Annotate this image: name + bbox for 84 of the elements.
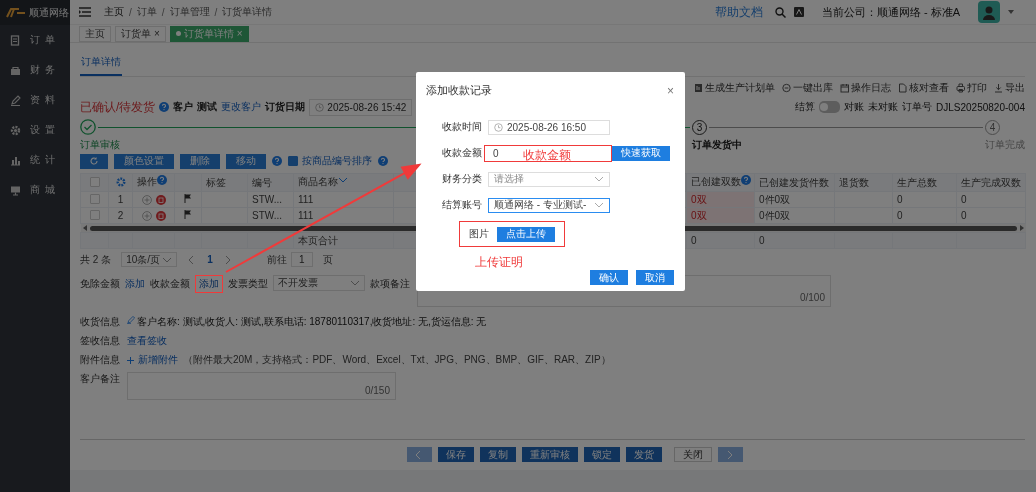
toolbar-label: 导出 (1005, 81, 1025, 95)
column-header: 已创建发货件数 (759, 176, 829, 188)
field-label: 客户备注 (80, 372, 121, 386)
field-label: 订单号 (902, 100, 933, 114)
goto-label: 前往 (266, 252, 287, 267)
logo-text: 顺通网络 (29, 5, 69, 20)
character-counter: 0/150 (364, 385, 390, 396)
reconcile-status: 未对账 (868, 100, 899, 114)
field-label: 结算 (795, 100, 816, 114)
annotation-text: 上传证明 (475, 253, 523, 271)
table-cell: 2 (108, 207, 133, 224)
toolbar-label: 核对查看 (909, 81, 949, 95)
select-value: 不开发票 (278, 276, 318, 290)
toolbar-label: 操作日志 (851, 81, 891, 95)
field-label: 财务分类 (441, 172, 483, 186)
table-cell: 0 (754, 232, 835, 249)
table-cell: STW... (247, 191, 294, 208)
order-status: 已确认/待发货 (80, 98, 156, 116)
select-value: 10条/页 (126, 252, 161, 267)
company-name: 当前公司：顺通网络 - 标准A (821, 4, 960, 20)
sidebar-label: 财务 (30, 63, 60, 77)
tab-label: 主页 (85, 26, 105, 41)
sidebar-label: 资料 (30, 93, 60, 107)
page-unit: 页 (322, 252, 333, 267)
column-header: 生产完成双数 (961, 176, 1021, 188)
field-label: 图片 (469, 227, 489, 241)
table-cell: 0 (892, 207, 957, 224)
table-cell: 本页合计 (293, 232, 394, 249)
table-cell: 0 (956, 207, 1026, 224)
sidebar-label: 设置 (30, 123, 60, 137)
input-value: 0 (493, 147, 499, 159)
table-cell: 111 (293, 207, 394, 224)
order-number: DJLS20250820-004 (936, 101, 1025, 113)
table-cell: 1 (108, 191, 133, 208)
field-label: 收货信息 (80, 315, 121, 329)
customer-name: 测试 (197, 100, 218, 114)
table-cell: STW... (247, 207, 294, 224)
breadcrumb-separator: / (214, 6, 218, 18)
sidebar-label: 商城 (30, 183, 60, 197)
column-header: 生产总数 (897, 176, 937, 188)
tab-label: 订货单 (121, 26, 151, 41)
column-header: 已创建双数 (691, 176, 741, 188)
field-label: 客户 (173, 100, 194, 114)
field-label: 发票类型 (228, 277, 268, 291)
field-label: 结算账号 (441, 198, 483, 212)
table-cell: 0 (956, 191, 1026, 208)
step-number: 3 (692, 119, 707, 135)
date-value: 2025-08-26 16:50 (507, 121, 586, 133)
field-label: 款项备注 (370, 277, 410, 291)
attachment-note: （附件最大20M，支持格式：PDF、Word、Excel、Txt、JPG、PNG、BMP、GIF、RAR、ZIP） (183, 353, 611, 367)
placeholder: 请选择 (494, 172, 524, 186)
breadcrumb-separator: / (129, 6, 132, 18)
column-header: 标签 (206, 176, 226, 188)
select-value: 顺通网络 - 专业测试- (494, 198, 587, 212)
dialog-title: 添加收款记录 (426, 83, 492, 98)
step-number: 4 (985, 119, 1000, 135)
field-label: 订货日期 (265, 100, 306, 114)
shipping-info: 客户名称: 测试,收货人: 测试,联系电话: 18780110317,收货地址: 无,货运信息: 无 (137, 315, 487, 329)
field-label: 免除金额 (80, 277, 120, 291)
toolbar-label: 打印 (967, 81, 987, 95)
table-cell: 111 (293, 191, 394, 208)
step-label: 订单审核 (80, 138, 120, 152)
sidebar-label: 统计 (30, 153, 60, 167)
tab-label: 订货单详情 (183, 26, 234, 41)
field-label: 收款金额 (441, 146, 483, 160)
table-cell: 0件0双 (754, 191, 835, 208)
field-label: 收款金额 (150, 277, 190, 291)
step-label: 订单发货中 (692, 138, 742, 152)
table-cell: 0件0双 (754, 207, 835, 224)
date-value: 2025-08-26 15:42 (327, 101, 407, 113)
field-label: 附件信息 (80, 353, 121, 367)
field-label: 签收信息 (80, 334, 121, 348)
table-cell: 0 (892, 191, 957, 208)
character-counter: 0/100 (799, 292, 825, 303)
sidebar-label: 订单 (30, 33, 60, 47)
column-header: 操作 (137, 176, 157, 188)
checkbox-label: 按商品编号排序 (302, 154, 372, 168)
total-count: 共 2 条 (80, 252, 112, 267)
field-label: 收款时间 (441, 120, 483, 134)
field-label: 对账 (844, 100, 865, 114)
table-cell: 0 (686, 232, 755, 249)
column-header: 退货数 (839, 176, 869, 188)
column-header: 编号 (252, 176, 272, 188)
breadcrumb-separator: / (161, 6, 165, 18)
